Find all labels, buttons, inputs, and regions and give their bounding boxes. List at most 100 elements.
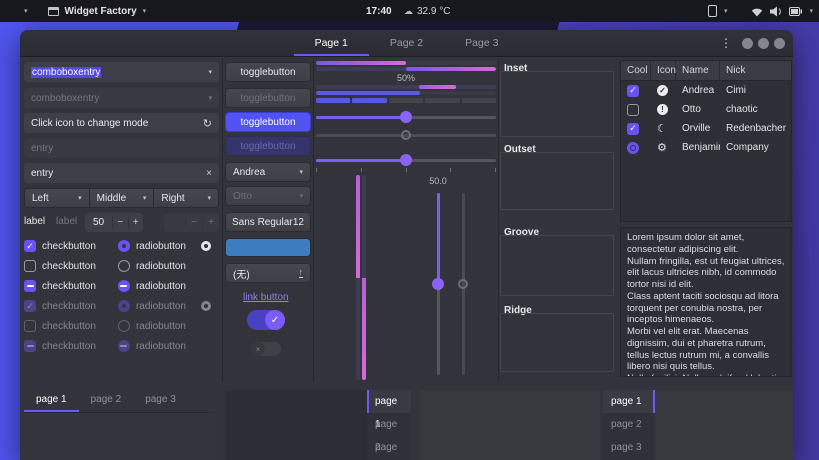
column-header-icon[interactable]: Icon [651, 61, 676, 80]
left-button-label: Left [32, 192, 49, 204]
checkbox-checked[interactable]: ✓ [627, 122, 639, 135]
radiobutton-label: radiobutton [135, 260, 186, 272]
vscale-disabled [457, 193, 469, 375]
check-radio-row: ✓ checkbutton radiobutton [24, 238, 219, 254]
tab-page-2[interactable]: Page 2 [369, 30, 444, 56]
spin-minus-icon: − [185, 217, 202, 228]
togglebutton-active-disabled: togglebutton [225, 136, 311, 156]
radiobutton-checked[interactable] [117, 240, 130, 252]
panel-left: ▾ Widget Factory ▾ [0, 6, 146, 17]
radiobutton-unchecked[interactable] [117, 260, 130, 272]
checkbox-mixed[interactable] [24, 280, 36, 292]
clear-icon[interactable]: × [206, 168, 212, 179]
radiobutton-checked[interactable] [627, 141, 639, 154]
progressbar-activity [316, 85, 496, 89]
hscale-knob[interactable] [400, 154, 412, 166]
togglebutton-active[interactable]: togglebutton [225, 112, 311, 132]
notebook-tab-page1[interactable]: page 1 [24, 388, 79, 412]
checkbox-unchecked[interactable] [24, 260, 36, 272]
spinbutton-disabled: − + [164, 213, 219, 232]
chevron-down-icon: ▾ [208, 69, 212, 76]
tab-page-3[interactable]: Page 3 [444, 30, 519, 56]
table-row[interactable]: ! Otto chaotic [621, 100, 791, 119]
notebook-tab-page2[interactable]: page 2 [79, 388, 134, 412]
check-radio-row-disabled: checkbutton radiobutton [24, 318, 219, 334]
weather-indicator[interactable]: ☁ 32.9 °C [404, 0, 450, 22]
tab-page-1[interactable]: Page 1 [294, 30, 369, 56]
maximize-button[interactable] [758, 38, 769, 49]
mode-entry[interactable]: Click icon to change mode ↻ [24, 113, 219, 133]
entry[interactable]: entry × [24, 163, 219, 183]
app-menu-title[interactable]: Widget Factory [65, 6, 137, 17]
table-row[interactable]: ⚙ Benjamin Company [621, 138, 791, 157]
switch-off-disabled: × [251, 342, 281, 356]
checkbox-unchecked[interactable] [627, 103, 639, 116]
notebook-tab-page1[interactable]: page 1 [367, 390, 411, 430]
middle-button[interactable]: Middle ▾ [89, 188, 155, 208]
hscale-knob[interactable] [400, 111, 412, 123]
notebook-tab-page3[interactable]: page 3 [603, 436, 655, 459]
spin-minus-icon[interactable]: − [112, 217, 127, 228]
moon-icon: ☾ [657, 123, 667, 135]
hscale[interactable] [316, 111, 496, 123]
chevron-down-icon: ▾ [299, 169, 303, 176]
cell-name: Otto [682, 104, 701, 115]
file-chooser-button[interactable]: (无) ↑ [225, 263, 311, 283]
column-header-nick[interactable]: Nick [720, 61, 791, 80]
combobox[interactable]: Andrea ▾ [225, 162, 311, 182]
column-header-cool[interactable]: Cool [621, 61, 651, 80]
checkbox-mixed-disabled [24, 340, 36, 352]
vscale[interactable] [432, 193, 444, 375]
frame-inset [500, 71, 614, 137]
middle-button-label: Middle [96, 192, 127, 204]
check-radio-row: checkbutton radiobutton [24, 278, 219, 294]
link-button[interactable]: link button [243, 292, 289, 303]
font-button[interactable]: Sans Regular 12 [225, 212, 311, 232]
separator [313, 58, 314, 382]
comboboxentry[interactable]: comboboxentry ▾ [24, 62, 219, 82]
right-button[interactable]: Right ▾ [154, 188, 220, 208]
scale-value-label: 50.0 [429, 176, 447, 186]
app-menu-caret-icon[interactable]: ▾ [143, 7, 147, 15]
checkbox-checked[interactable]: ✓ [24, 240, 36, 252]
togglebutton[interactable]: togglebutton [225, 62, 311, 82]
notebook-tab-page2[interactable]: page 2 [603, 413, 655, 436]
checkbutton-label: checkbutton [42, 320, 96, 332]
notebook-tab-page2[interactable]: page 2 [367, 413, 411, 453]
textview[interactable]: Lorem ipsum dolor sit amet, consectetur … [620, 227, 792, 377]
spinbutton[interactable]: 50 − + [85, 213, 143, 232]
notebook-tab-page3[interactable]: page 3 [133, 388, 188, 412]
radiobutton-label: radiobutton [135, 300, 186, 312]
refresh-icon[interactable]: ↻ [203, 117, 212, 130]
progressbar-blue [316, 91, 496, 95]
switch-on[interactable]: ✓ [247, 310, 285, 330]
left-button[interactable]: Left ▾ [24, 188, 90, 208]
apps-caret-icon[interactable]: ▾ [24, 7, 28, 15]
notebook-tab-page1[interactable]: page 1 [603, 390, 655, 413]
battery-icon[interactable] [789, 6, 803, 16]
clock[interactable]: 17:40 [366, 0, 392, 22]
display-caret-icon[interactable]: ▾ [724, 7, 728, 15]
table-row[interactable]: ✓ ☾ Orville Redenbacher [621, 119, 791, 138]
tray-caret-icon[interactable]: ▾ [809, 7, 813, 15]
color-button[interactable] [225, 238, 311, 257]
hscale-with-marks[interactable] [316, 154, 496, 166]
scale-knob-icon[interactable] [201, 241, 211, 251]
frame-ridge [500, 313, 614, 372]
volume-icon[interactable] [770, 6, 782, 17]
display-icon[interactable] [707, 5, 717, 17]
hamburger-menu-icon[interactable]: ⋮ [717, 34, 735, 52]
notebook-tab-page3[interactable]: page 3 [367, 436, 411, 459]
wifi-icon[interactable] [751, 6, 763, 17]
table-row[interactable]: ✓ ✓ Andrea Cimi [621, 81, 791, 100]
minimize-button[interactable] [742, 38, 753, 49]
column-header-name[interactable]: Name [676, 61, 720, 80]
close-button[interactable] [774, 38, 785, 49]
spin-plus-icon[interactable]: + [127, 217, 143, 228]
checkbox-checked[interactable]: ✓ [627, 84, 639, 97]
activity-pulse [418, 85, 457, 89]
radiobutton-mixed-disabled [117, 340, 130, 352]
apps-grid-icon[interactable] [8, 6, 18, 17]
vscale-knob[interactable] [432, 278, 444, 290]
radiobutton-mixed[interactable] [117, 280, 130, 292]
